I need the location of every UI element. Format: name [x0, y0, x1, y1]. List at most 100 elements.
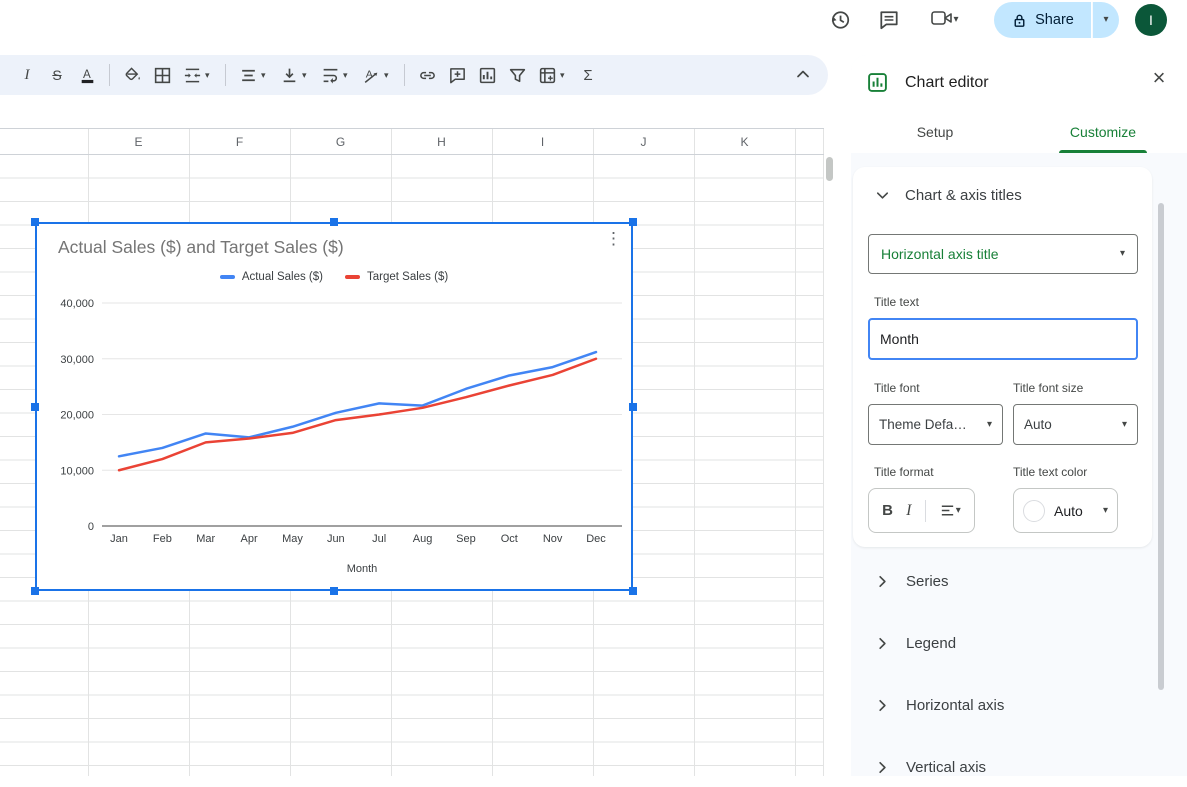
- chevron-down-icon: [874, 187, 891, 204]
- column-header-K[interactable]: K: [694, 129, 795, 154]
- svg-text:Jan: Jan: [110, 533, 128, 545]
- chart-resize-handle[interactable]: [629, 403, 637, 411]
- section-label: Series: [906, 573, 949, 590]
- column-header-H[interactable]: H: [391, 129, 492, 154]
- avatar[interactable]: I: [1135, 4, 1167, 36]
- toolbar-create-filter-button[interactable]: [505, 62, 529, 88]
- section-label: Vertical axis: [906, 759, 986, 776]
- legend-label: Actual Sales ($): [242, 271, 323, 283]
- column-header-F[interactable]: F: [189, 129, 290, 154]
- share-button[interactable]: Share: [994, 2, 1091, 38]
- column-header-J[interactable]: J: [593, 129, 694, 154]
- svg-text:Month: Month: [347, 563, 378, 575]
- meet-button[interactable]: ▾: [925, 8, 965, 32]
- legend-swatch: [345, 275, 360, 279]
- column-header-I[interactable]: I: [492, 129, 593, 154]
- chevron-right-icon: [874, 697, 891, 714]
- chevron-down-icon[interactable]: ▾: [560, 70, 570, 81]
- section-legend[interactable]: Legend: [853, 623, 1152, 663]
- section-label: Legend: [906, 635, 956, 652]
- bold-button[interactable]: B: [882, 502, 893, 519]
- toolbar-text-color-button[interactable]: A: [75, 62, 99, 88]
- app-topbar: ▾ Share ▾ I: [0, 0, 1187, 55]
- svg-text:10,000: 10,000: [60, 465, 94, 477]
- section-vertical-axis[interactable]: Vertical axis: [853, 747, 1152, 787]
- title-font-size-value: Auto: [1024, 417, 1052, 432]
- toolbar: ISA▾▾▾▾A▾▾Σ: [0, 55, 828, 95]
- chart-resize-handle[interactable]: [330, 218, 338, 226]
- video-camera-icon: [931, 7, 953, 34]
- selector-value: Horizontal axis title: [881, 246, 999, 262]
- chart-plot: 010,00020,00030,00040,000JanFebMarAprMay…: [37, 286, 635, 586]
- toolbar-insert-link-button[interactable]: [415, 62, 439, 88]
- title-font-size-dropdown[interactable]: Auto ▾: [1013, 404, 1138, 445]
- chart-resize-handle[interactable]: [629, 587, 637, 595]
- chart-menu-button[interactable]: ⋮: [605, 229, 622, 249]
- chevron-down-icon[interactable]: ▾: [205, 70, 215, 81]
- chart-resize-handle[interactable]: [330, 587, 338, 595]
- section-horizontal-axis[interactable]: Horizontal axis: [853, 685, 1152, 725]
- chevron-down-icon[interactable]: ▾: [261, 70, 271, 81]
- toolbar-pivot-table-button[interactable]: [535, 62, 559, 88]
- sheet-scrollbar[interactable]: [826, 157, 833, 181]
- chart-axis-titles-card: Chart & axis titles Horizontal axis titl…: [853, 167, 1152, 547]
- svg-text:Feb: Feb: [153, 533, 172, 545]
- toolbar-functions-button[interactable]: Σ: [576, 62, 600, 88]
- title-font-dropdown[interactable]: Theme Defaul... ▾: [868, 404, 1003, 445]
- title-text-input[interactable]: [868, 318, 1138, 360]
- embedded-chart[interactable]: Actual Sales ($) and Target Sales ($) ⋮ …: [35, 222, 633, 591]
- section-chart-axis-titles[interactable]: Chart & axis titles: [874, 187, 1022, 204]
- title-font-size-label: Title font size: [1013, 381, 1083, 395]
- axis-title-selector[interactable]: Horizontal axis title ▾: [868, 234, 1138, 274]
- comments-icon[interactable]: [877, 8, 901, 32]
- toolbar-fill-color-button[interactable]: [120, 62, 144, 88]
- version-history-icon[interactable]: [828, 8, 852, 32]
- toolbar-divider: [225, 64, 226, 86]
- close-icon[interactable]: ×: [1147, 67, 1171, 89]
- toolbar-insert-comment-button[interactable]: [445, 62, 469, 88]
- toolbar-text-rotation-button[interactable]: A: [359, 62, 383, 88]
- svg-text:Mar: Mar: [196, 533, 215, 545]
- chevron-down-icon[interactable]: ▾: [384, 70, 394, 81]
- chevron-down-icon[interactable]: ▾: [343, 70, 353, 81]
- toolbar-insert-chart-button[interactable]: [475, 62, 499, 88]
- chart-editor-icon: [867, 72, 888, 93]
- section-series[interactable]: Series: [853, 561, 1152, 601]
- panel-scrollbar[interactable]: [1158, 203, 1164, 690]
- chart-resize-handle[interactable]: [629, 218, 637, 226]
- title-text-color-picker[interactable]: Auto ▾: [1013, 488, 1118, 533]
- toolbar-text-wrapping-button[interactable]: [318, 62, 342, 88]
- toolbar-merge-cells-button[interactable]: [180, 62, 204, 88]
- toolbar-italic-button[interactable]: I: [15, 62, 39, 88]
- chart-editor-panel: Chart editor × Setup Customize Chart & a…: [851, 55, 1187, 776]
- tab-customize[interactable]: Customize: [1019, 110, 1187, 153]
- title-format-label: Title format: [874, 465, 934, 479]
- lock-icon: [1011, 12, 1028, 29]
- toolbar-collapse-button[interactable]: [794, 65, 814, 85]
- tab-setup[interactable]: Setup: [851, 110, 1019, 153]
- column-header-E[interactable]: E: [88, 129, 189, 154]
- toolbar-strikethrough-button[interactable]: S: [45, 62, 69, 88]
- legend-swatch: [220, 275, 235, 279]
- title-format-toolbar: B I ▾: [868, 488, 975, 533]
- chart-resize-handle[interactable]: [31, 587, 39, 595]
- column-header-G[interactable]: G: [290, 129, 391, 154]
- align-button[interactable]: ▾: [939, 502, 961, 519]
- share-dropdown-button[interactable]: ▾: [1092, 2, 1119, 38]
- toolbar-horizontal-align-button[interactable]: [236, 62, 260, 88]
- svg-text:May: May: [282, 533, 303, 545]
- align-left-icon: [939, 502, 956, 519]
- svg-text:20,000: 20,000: [60, 410, 94, 422]
- chevron-right-icon: [874, 573, 891, 590]
- italic-button[interactable]: I: [906, 502, 911, 520]
- chevron-down-icon: ▾: [953, 15, 958, 25]
- chart-resize-handle[interactable]: [31, 218, 39, 226]
- chevron-right-icon: [874, 759, 891, 776]
- chart-editor-tabs: Setup Customize: [851, 110, 1187, 153]
- toolbar-borders-button[interactable]: [150, 62, 174, 88]
- spreadsheet-grid[interactable]: EFGHIJK Actual Sales ($) and Target Sale…: [0, 95, 835, 776]
- chart-resize-handle[interactable]: [31, 403, 39, 411]
- toolbar-vertical-align-button[interactable]: [277, 62, 301, 88]
- toolbar-items: ISA▾▾▾▾A▾▾Σ: [0, 62, 603, 88]
- chevron-down-icon[interactable]: ▾: [302, 70, 312, 81]
